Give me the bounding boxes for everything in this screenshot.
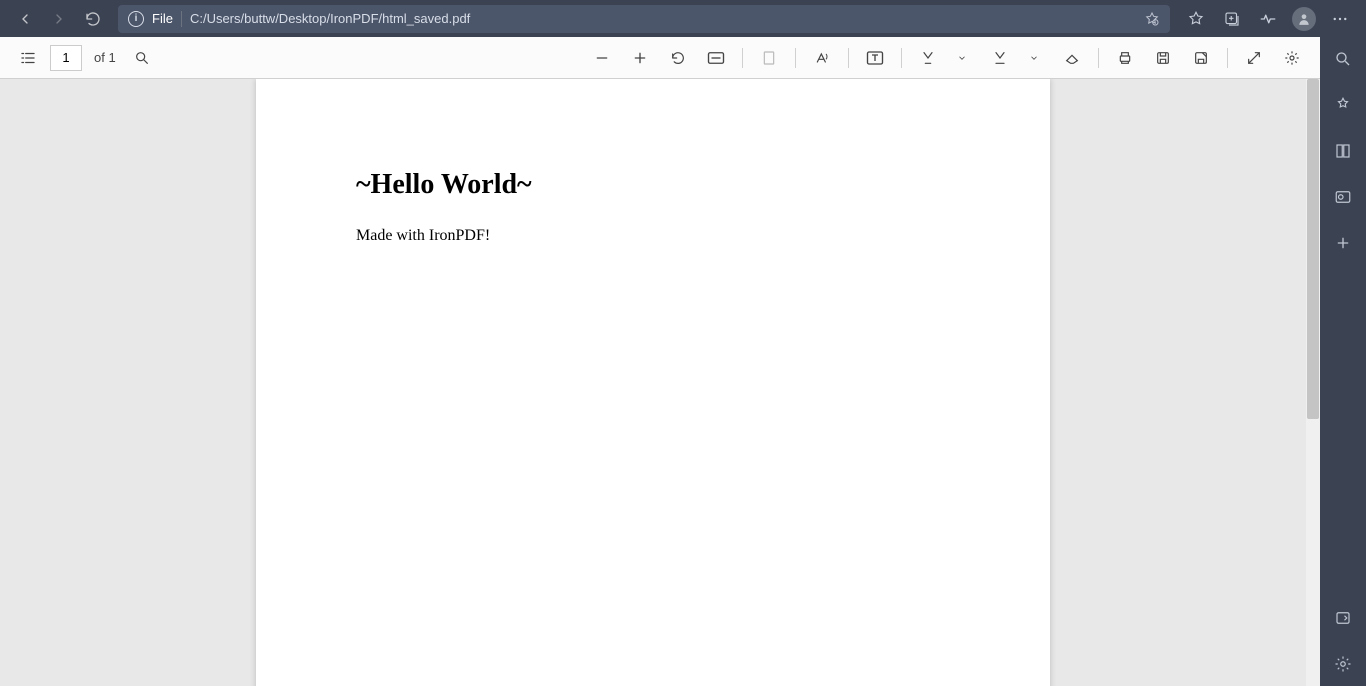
toolbar-separator xyxy=(742,48,743,68)
collections-button[interactable] xyxy=(1214,4,1250,34)
save-as-button[interactable] xyxy=(1185,42,1217,74)
reading-mode-icon[interactable] xyxy=(1144,11,1160,27)
highlight-dropdown[interactable] xyxy=(1018,42,1050,74)
url-scheme-label: File xyxy=(152,11,173,26)
scrollbar-thumb[interactable] xyxy=(1307,79,1319,419)
draw-dropdown[interactable] xyxy=(946,42,978,74)
pdf-toolbar: of 1 xyxy=(0,37,1320,79)
erase-button[interactable] xyxy=(1056,42,1088,74)
more-menu-button[interactable] xyxy=(1322,4,1358,34)
contents-toggle-button[interactable] xyxy=(12,42,44,74)
sidebar-outlook-icon[interactable] xyxy=(1331,185,1355,209)
rotate-button[interactable] xyxy=(662,42,694,74)
document-body-text: Made with IronPDF! xyxy=(356,227,950,245)
reload-button[interactable] xyxy=(76,4,110,34)
url-text: C:/Users/buttw/Desktop/IronPDF/html_save… xyxy=(190,11,1136,26)
toolbar-separator xyxy=(848,48,849,68)
address-separator xyxy=(181,11,182,27)
find-button[interactable] xyxy=(126,42,158,74)
sidebar-discover-icon[interactable] xyxy=(1331,93,1355,117)
profile-button[interactable] xyxy=(1286,4,1322,34)
save-button[interactable] xyxy=(1147,42,1179,74)
print-button[interactable] xyxy=(1109,42,1141,74)
address-bar[interactable]: i File C:/Users/buttw/Desktop/IronPDF/ht… xyxy=(118,5,1170,33)
back-button[interactable] xyxy=(8,4,42,34)
toolbar-separator xyxy=(1098,48,1099,68)
toolbar-separator xyxy=(1227,48,1228,68)
zoom-in-button[interactable] xyxy=(624,42,656,74)
read-aloud-button[interactable] xyxy=(806,42,838,74)
toolbar-separator xyxy=(901,48,902,68)
highlight-button[interactable] xyxy=(984,42,1016,74)
sidebar-settings-icon[interactable] xyxy=(1331,652,1355,676)
pdf-viewport: of 1 xyxy=(0,37,1320,686)
forward-button xyxy=(42,4,76,34)
fit-page-button[interactable] xyxy=(700,42,732,74)
health-icon[interactable] xyxy=(1250,4,1286,34)
document-heading: ~Hello World~ xyxy=(356,169,950,201)
sidebar-collapse-icon[interactable] xyxy=(1331,606,1355,630)
info-icon: i xyxy=(128,11,144,27)
favorites-button[interactable] xyxy=(1178,4,1214,34)
vertical-scrollbar[interactable] xyxy=(1306,79,1320,686)
settings-button[interactable] xyxy=(1276,42,1308,74)
sidebar-search-icon[interactable] xyxy=(1331,47,1355,71)
add-text-button[interactable] xyxy=(859,42,891,74)
sidebar-tools-icon[interactable] xyxy=(1331,139,1355,163)
pdf-page: ~Hello World~ Made with IronPDF! xyxy=(256,79,1050,686)
fullscreen-button[interactable] xyxy=(1238,42,1270,74)
sidebar-add-icon[interactable] xyxy=(1331,231,1355,255)
main-row: of 1 xyxy=(0,37,1366,686)
zoom-out-button[interactable] xyxy=(586,42,618,74)
page-view-button xyxy=(753,42,785,74)
toolbar-separator xyxy=(795,48,796,68)
browser-sidebar xyxy=(1320,37,1366,686)
draw-button[interactable] xyxy=(912,42,944,74)
browser-top-bar: i File C:/Users/buttw/Desktop/IronPDF/ht… xyxy=(0,0,1366,37)
page-number-input[interactable] xyxy=(50,45,82,71)
document-scroll-area[interactable]: ~Hello World~ Made with IronPDF! xyxy=(0,79,1306,686)
page-count-label: of 1 xyxy=(94,50,116,65)
